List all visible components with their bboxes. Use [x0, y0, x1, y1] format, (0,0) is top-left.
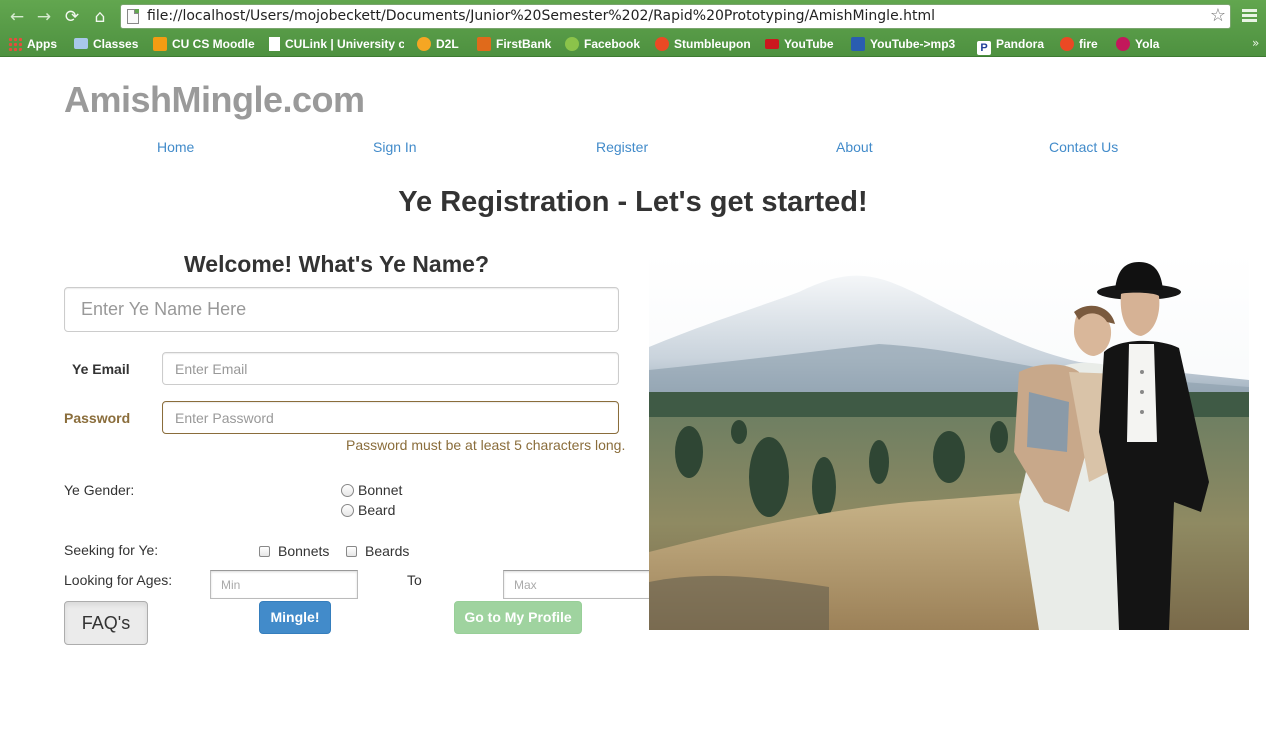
faq-button[interactable]: FAQ's — [64, 601, 148, 645]
browser-menu-icon[interactable] — [1242, 9, 1257, 23]
bookmark-facebook[interactable]: Facebook — [565, 36, 640, 52]
nav-sign-in[interactable]: Sign In — [373, 139, 417, 155]
page-icon — [127, 9, 139, 24]
mingle-button[interactable]: Mingle! — [259, 601, 331, 634]
checkbox[interactable] — [259, 546, 270, 557]
page-title: Ye Registration - Let's get started! — [398, 186, 868, 218]
forward-arrow-icon[interactable]: → — [33, 6, 55, 28]
nav-about[interactable]: About — [836, 139, 873, 155]
bookmark-cu-cs-moodle[interactable]: CU CS Moodle — [153, 36, 255, 52]
age-min-input[interactable] — [210, 570, 358, 599]
site-logo: AmishMingle.com — [64, 79, 365, 120]
apps-grid-icon — [8, 37, 22, 51]
ages-to-label: To — [407, 572, 422, 588]
bookmark-youtube-mp3[interactable]: YouTube->mp3 — [851, 36, 955, 52]
youtube-mp3-icon — [851, 37, 865, 51]
home-icon[interactable]: ⌂ — [89, 6, 111, 28]
youtube-icon — [765, 39, 779, 49]
reload-icon[interactable]: ⟳ — [61, 6, 83, 28]
yola-icon — [1116, 37, 1130, 51]
ages-label: Looking for Ages: — [64, 572, 173, 588]
bookmark-pandora[interactable]: P Pandora — [977, 36, 1044, 55]
nav-contact-us[interactable]: Contact Us — [1049, 139, 1118, 155]
radio-button[interactable] — [341, 504, 354, 517]
pandora-icon: P — [977, 41, 991, 55]
bookmark-youtube[interactable]: YouTube — [765, 36, 834, 52]
email-input[interactable] — [162, 352, 619, 385]
bookmark-d2l[interactable]: D2L — [417, 36, 459, 52]
checkbox[interactable] — [346, 546, 357, 557]
bookmark-classes[interactable]: Classes — [74, 36, 138, 52]
moodle-icon — [153, 37, 167, 51]
seeking-label: Seeking for Ye: — [64, 542, 159, 558]
bookmarks-bar: Apps Classes CU CS Moodle CULink | Unive… — [0, 33, 1266, 55]
firstbank-icon — [477, 37, 491, 51]
password-input[interactable] — [162, 401, 619, 434]
password-label: Password — [64, 410, 131, 426]
bookmarks-overflow-icon[interactable]: » — [1252, 36, 1259, 50]
bookmark-star-icon[interactable]: ☆ — [1210, 5, 1226, 26]
nav-register[interactable]: Register — [596, 139, 648, 155]
bookmark-yola[interactable]: Yola — [1116, 36, 1159, 52]
age-max-input[interactable] — [503, 570, 651, 599]
gender-option-beard[interactable]: Beard — [341, 502, 395, 518]
seeking-option-beards[interactable]: Beards — [346, 543, 409, 559]
gender-option-bonnet[interactable]: Bonnet — [341, 482, 402, 498]
bookmark-apps[interactable]: Apps — [8, 36, 57, 52]
browser-chrome: ← → ⟳ ⌂ file://localhost/Users/mojobecke… — [0, 0, 1266, 57]
folder-icon — [74, 38, 88, 49]
welcome-heading: Welcome! What's Ye Name? — [184, 251, 489, 277]
email-label: Ye Email — [72, 361, 130, 377]
couple-landscape-photo — [649, 252, 1249, 630]
bookmark-fire[interactable]: fire — [1060, 36, 1098, 52]
seeking-option-bonnets[interactable]: Bonnets — [259, 543, 329, 559]
stumbleupon-icon — [1060, 37, 1074, 51]
bookmark-stumbleupon[interactable]: Stumbleupon — [655, 36, 751, 52]
photo-illustration — [649, 252, 1249, 630]
address-url[interactable]: file://localhost/Users/mojobeckett/Docum… — [147, 8, 935, 24]
name-input[interactable] — [64, 287, 619, 332]
nav-home[interactable]: Home — [157, 139, 194, 155]
go-to-profile-button[interactable]: Go to My Profile — [454, 601, 582, 634]
gender-label: Ye Gender: — [64, 482, 135, 498]
radio-button[interactable] — [341, 484, 354, 497]
bookmark-culink[interactable]: CULink | University c — [269, 36, 404, 52]
back-arrow-icon[interactable]: ← — [6, 6, 28, 28]
password-help-text: Password must be at least 5 characters l… — [346, 437, 626, 453]
stumbleupon-icon — [655, 37, 669, 51]
facebook-icon — [565, 37, 579, 51]
d2l-icon — [417, 37, 431, 51]
page-icon — [269, 37, 280, 51]
bookmark-firstbank[interactable]: FirstBank — [477, 36, 551, 52]
address-bar[interactable]: file://localhost/Users/mojobeckett/Docum… — [120, 4, 1231, 29]
